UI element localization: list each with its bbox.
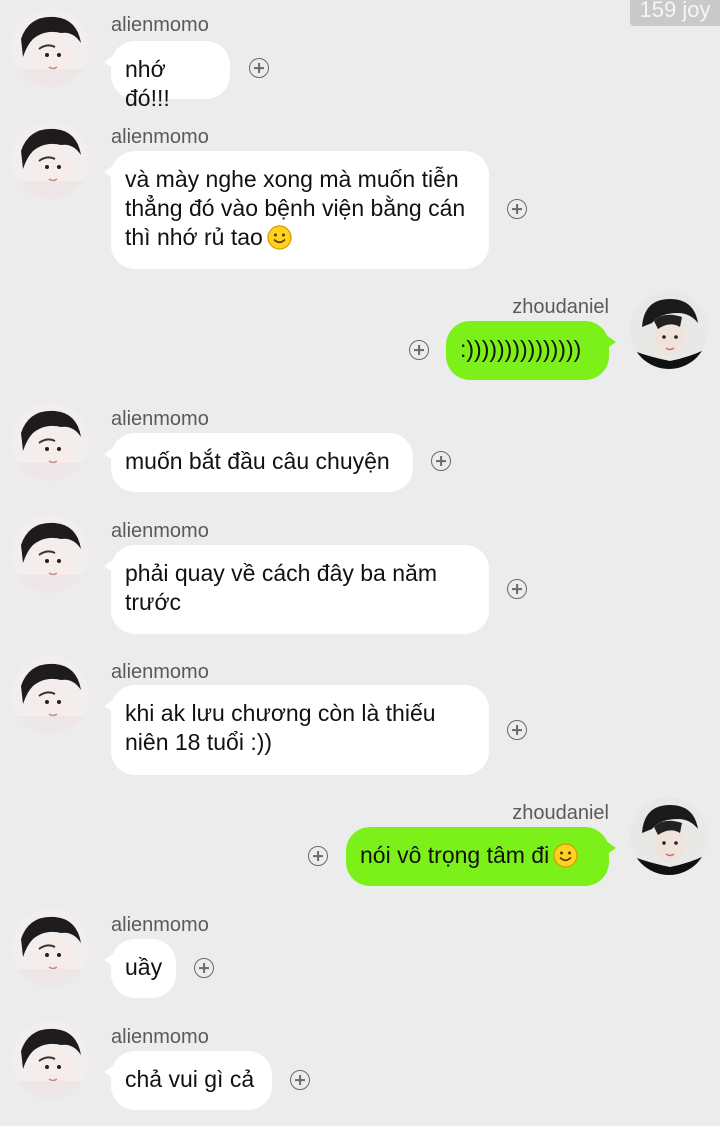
avatar[interactable] (630, 797, 708, 875)
message-line: thì nhớ rủ tao (125, 224, 263, 250)
sender-name: alienmomo (111, 914, 209, 936)
avatar[interactable] (630, 291, 708, 369)
chat-message: alienmomo nhớ đó!!! (0, 0, 720, 112)
sender-name: alienmomo (111, 661, 209, 683)
message-bubble[interactable]: nói vô trọng tâm đi (346, 827, 616, 886)
message-text: chả vui gì cả (125, 1066, 255, 1092)
message-text: muốn bắt đầu câu chuyện (125, 448, 390, 474)
avatar[interactable] (11, 9, 89, 87)
smiley-face-icon (553, 843, 578, 868)
add-reaction-icon[interactable] (507, 720, 527, 740)
chat-message: alienmomo muốn bắt đầu câu chuyện (0, 394, 720, 506)
message-line: niên 18 tuổi :)) (125, 729, 273, 755)
add-reaction-icon[interactable] (290, 1070, 310, 1090)
message-text: nói vô trọng tâm đi (360, 842, 550, 868)
chat-message: alienmomo chả vui gì cả (0, 1012, 720, 1126)
smiley-face-icon (267, 225, 292, 250)
avatar[interactable] (11, 515, 89, 593)
message-text: :))))))))))))))) (460, 336, 582, 362)
message-bubble[interactable]: khi ak lưu chương còn là thiếu niên 18 t… (104, 685, 489, 775)
sender-name: alienmomo (111, 1026, 209, 1048)
message-line: trước (125, 589, 182, 615)
message-bubble[interactable]: và mày nghe xong mà muốn tiễn thẳng đó v… (104, 151, 489, 269)
sender-name: alienmomo (111, 14, 209, 36)
avatar[interactable] (11, 1021, 89, 1099)
chat-message: alienmomo và mày nghe xong mà muốn tiễn … (0, 112, 720, 282)
chat-message: zhoudaniel :))))))))))))))) (0, 282, 720, 390)
avatar[interactable] (11, 909, 89, 987)
message-bubble[interactable]: :))))))))))))))) (446, 321, 616, 380)
sender-name: alienmomo (111, 126, 209, 148)
message-bubble[interactable]: muốn bắt đầu câu chuyện (104, 433, 413, 492)
sender-name: zhoudaniel (512, 296, 609, 318)
message-bubble[interactable]: nhớ đó!!! (104, 41, 230, 111)
chat-message: zhoudaniel nói vô trọng tâm đi (0, 788, 720, 898)
avatar[interactable] (11, 403, 89, 481)
message-bubble[interactable]: phải quay về cách đây ba năm trước (104, 545, 489, 634)
message-text: uầy (125, 954, 163, 980)
avatar[interactable] (11, 121, 89, 199)
add-reaction-icon[interactable] (249, 58, 269, 78)
chat-message: alienmomo khi ak lưu chương còn là thiếu… (0, 647, 720, 789)
chat-message: alienmomo uầy (0, 900, 720, 1012)
chat-message: alienmomo phải quay về cách đây ba năm t… (0, 506, 720, 646)
sender-name: zhoudaniel (512, 802, 609, 824)
message-line: thẳng đó vào bệnh viện bằng cán (125, 195, 466, 221)
message-line: phải quay về cách đây ba năm (125, 560, 437, 586)
message-bubble[interactable]: uầy (104, 939, 176, 998)
add-reaction-icon[interactable] (194, 958, 214, 978)
message-bubble[interactable]: chả vui gì cả (104, 1051, 272, 1110)
avatar[interactable] (11, 656, 89, 734)
add-reaction-icon[interactable] (308, 846, 328, 866)
sender-name: alienmomo (111, 520, 209, 542)
add-reaction-icon[interactable] (409, 340, 429, 360)
add-reaction-icon[interactable] (507, 199, 527, 219)
message-text: nhớ đó!!! (125, 56, 170, 111)
message-line: và mày nghe xong mà muốn tiễn (125, 166, 459, 192)
add-reaction-icon[interactable] (507, 579, 527, 599)
sender-name: alienmomo (111, 408, 209, 430)
message-line: khi ak lưu chương còn là thiếu (125, 700, 436, 726)
add-reaction-icon[interactable] (431, 451, 451, 471)
